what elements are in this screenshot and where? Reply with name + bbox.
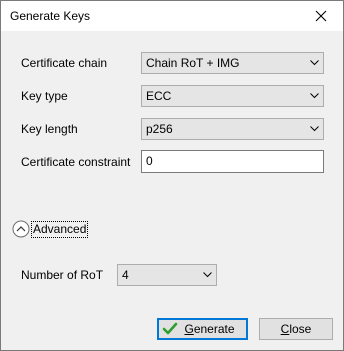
generate-button[interactable]: Generate — [157, 318, 248, 340]
chevron-down-icon — [199, 265, 216, 285]
generate-keys-dialog: Generate Keys Certificate chain Chain Ro… — [0, 0, 344, 351]
close-window-button[interactable] — [299, 1, 343, 31]
key-type-value: ECC — [146, 89, 172, 103]
checkmark-icon — [162, 322, 178, 335]
number-of-rot-value: 4 — [122, 268, 129, 282]
chevron-up-circle-icon[interactable] — [12, 220, 30, 238]
certificate-chain-label: Certificate chain — [21, 56, 108, 70]
close-button[interactable]: Close — [259, 318, 333, 340]
chevron-down-icon — [306, 86, 323, 106]
key-length-value: p256 — [146, 122, 173, 136]
chevron-down-icon — [306, 119, 323, 139]
certificate-chain-value: Chain RoT + IMG — [146, 56, 240, 70]
certificate-chain-select[interactable]: Chain RoT + IMG — [141, 52, 324, 74]
key-length-label: Key length — [21, 122, 78, 136]
window-title: Generate Keys — [10, 9, 91, 23]
number-of-rot-select[interactable]: 4 — [117, 264, 217, 286]
title-bar[interactable]: Generate Keys — [1, 1, 343, 31]
dialog-body: Certificate chain Chain RoT + IMG Key ty… — [1, 31, 343, 350]
certificate-constraint-label: Certificate constraint — [21, 155, 131, 169]
advanced-toggle[interactable]: Advanced — [31, 221, 89, 238]
certificate-constraint-input[interactable] — [146, 153, 316, 169]
close-label: Close — [280, 322, 312, 336]
generate-label: Generate — [184, 322, 235, 336]
close-icon — [315, 10, 327, 22]
key-length-select[interactable]: p256 — [141, 118, 324, 140]
number-of-rot-label: Number of RoT — [21, 268, 104, 282]
chevron-down-icon — [306, 53, 323, 73]
certificate-constraint-field[interactable] — [141, 150, 324, 173]
key-type-label: Key type — [21, 89, 68, 103]
key-type-select[interactable]: ECC — [141, 85, 324, 107]
